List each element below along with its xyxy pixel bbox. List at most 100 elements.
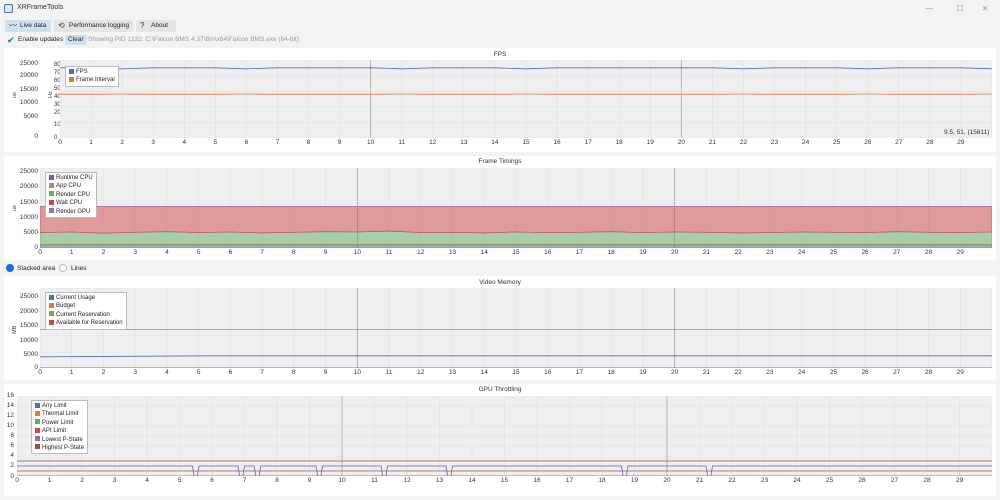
legend-swatch	[49, 174, 54, 180]
x-tick-label: 6	[244, 139, 249, 146]
stacked-area-radio[interactable]	[6, 264, 14, 272]
x-tick-label: 17	[575, 249, 584, 256]
legend-label: Runtime CPU	[56, 175, 93, 181]
help-icon: ?	[140, 21, 145, 30]
x-tick-label: 26	[861, 369, 869, 376]
fps-legend: FPS Frame Interval	[65, 66, 119, 87]
x-tick-label: 17	[584, 139, 592, 146]
y-tick-label: 16	[6, 392, 14, 399]
x-tick-label: 7	[260, 369, 264, 376]
x-tick-label: 10	[367, 139, 375, 146]
fps-plot-area[interactable]	[60, 60, 992, 138]
legend-label: Budget	[56, 303, 76, 310]
fps-chart-panel: FPS 25000 20000 15000 10000 5000 0 80 70…	[4, 48, 996, 152]
gpu-throttling-plot-area[interactable]	[17, 396, 992, 476]
tab-label: Live data	[20, 22, 47, 29]
y-tick-label: 4	[10, 452, 14, 459]
cursor-readout: 9.5, 51, (15811)	[944, 129, 990, 136]
legend-label: API Limit	[42, 428, 67, 435]
x-tick-label: 13	[448, 249, 457, 256]
x-tick-label: 21	[708, 139, 716, 146]
legend-label: Any Limit	[42, 403, 67, 409]
tab-live-data[interactable]: 〰 Live data	[5, 20, 51, 32]
stacked-area-label[interactable]: Stacked area	[17, 265, 55, 272]
x-tick-label: 28	[924, 369, 933, 376]
y-tick-label: 25000	[19, 60, 38, 67]
y-tick-label: 10000	[19, 99, 38, 106]
x-tick-label: 11	[371, 477, 378, 484]
y-tick-label: 8	[10, 432, 14, 439]
lines-label[interactable]: Lines	[71, 265, 87, 272]
x-tick-label: 7	[242, 477, 247, 484]
x-tick-label: 0	[38, 369, 42, 376]
video-memory-plot-area[interactable]	[40, 288, 992, 368]
tab-bar: 〰 Live data ⟲ Performance logging ? Abou…	[0, 19, 1000, 33]
tab-performance-logging[interactable]: ⟲ Performance logging	[54, 20, 133, 32]
x-tick-label: 23	[760, 477, 769, 484]
tab-about[interactable]: ? About	[136, 20, 176, 32]
x-tick-label: 22	[734, 249, 742, 256]
enable-updates-label[interactable]: Enable updates	[18, 36, 63, 43]
x-tick-label: 1	[69, 249, 74, 256]
legend-item: Power Limit	[35, 419, 84, 427]
pulse-icon: 〰	[9, 21, 17, 30]
legend-item: FPS	[69, 68, 115, 76]
legend-swatch	[69, 68, 74, 74]
x-tick-label: 20	[663, 477, 671, 484]
y-tick-label: 2	[10, 462, 14, 469]
y-tick-label: 12	[6, 412, 14, 419]
x-tick-label: 11	[385, 249, 393, 256]
x-tick-label: 16	[544, 249, 552, 256]
legend-swatch	[49, 208, 54, 214]
x-tick-label: 27	[893, 369, 901, 376]
legend-swatch	[35, 402, 40, 408]
clear-button[interactable]: Clear	[65, 35, 87, 45]
x-tick-label: 24	[801, 139, 810, 146]
chart-title: GPU Throttling	[478, 386, 522, 393]
x-tick-label: 4	[165, 249, 169, 256]
x-tick-label: 8	[292, 249, 296, 256]
enable-updates-checkbox[interactable]: ✔	[7, 35, 15, 46]
legend-item: Thermal Limit	[35, 410, 84, 418]
y-tick-label: 14	[6, 402, 14, 409]
legend-item: Render CPU	[49, 191, 93, 199]
series-area-render-cpu	[40, 230, 992, 245]
x-tick-label: 29	[957, 139, 965, 146]
series-area-runtime-cpu	[40, 244, 992, 248]
lines-radio[interactable]	[59, 264, 67, 272]
legend-label: Available for Reservation	[56, 320, 123, 327]
x-tick-label: 28	[926, 139, 934, 146]
frame-timings-plot-area[interactable]	[40, 168, 992, 248]
legend-item: Any Limit	[35, 402, 84, 410]
x-tick-label: 6	[228, 369, 233, 376]
x-tick-label: 18	[598, 477, 606, 484]
chart-svg	[60, 60, 992, 138]
x-tick-label: 9	[337, 139, 342, 146]
legend-label: Power Limit	[42, 419, 74, 426]
x-tick-label: 1	[47, 477, 52, 484]
legend-swatch	[49, 294, 54, 300]
x-tick-label: 15	[512, 249, 520, 256]
x-tick-label: 23	[770, 139, 779, 146]
x-tick-label: 21	[702, 249, 710, 256]
y-tick-label: 25000	[19, 293, 38, 300]
y-axis-unit: us	[12, 205, 18, 211]
x-tick-label: 15	[500, 477, 509, 484]
minimize-button[interactable]: —	[914, 2, 944, 15]
x-tick-label: 12	[403, 477, 411, 484]
legend-label: Render CPU	[56, 191, 91, 198]
x-tick-label: 28	[924, 249, 933, 256]
chart-svg	[17, 396, 992, 476]
x-tick-label: 16	[544, 369, 552, 376]
x-tick-label: 4	[145, 477, 149, 484]
legend-swatch	[35, 427, 40, 433]
x-tick-label: 12	[417, 249, 425, 256]
y-tick-label: 25000	[19, 168, 38, 175]
x-tick-label: 5	[196, 249, 201, 256]
x-tick-label: 8	[292, 369, 296, 376]
x-tick-label: 25	[833, 139, 841, 146]
legend-swatch	[49, 311, 54, 317]
close-button[interactable]: ✕	[970, 2, 1000, 15]
x-tick-label: 10	[338, 477, 346, 484]
x-tick-label: 3	[112, 477, 117, 484]
